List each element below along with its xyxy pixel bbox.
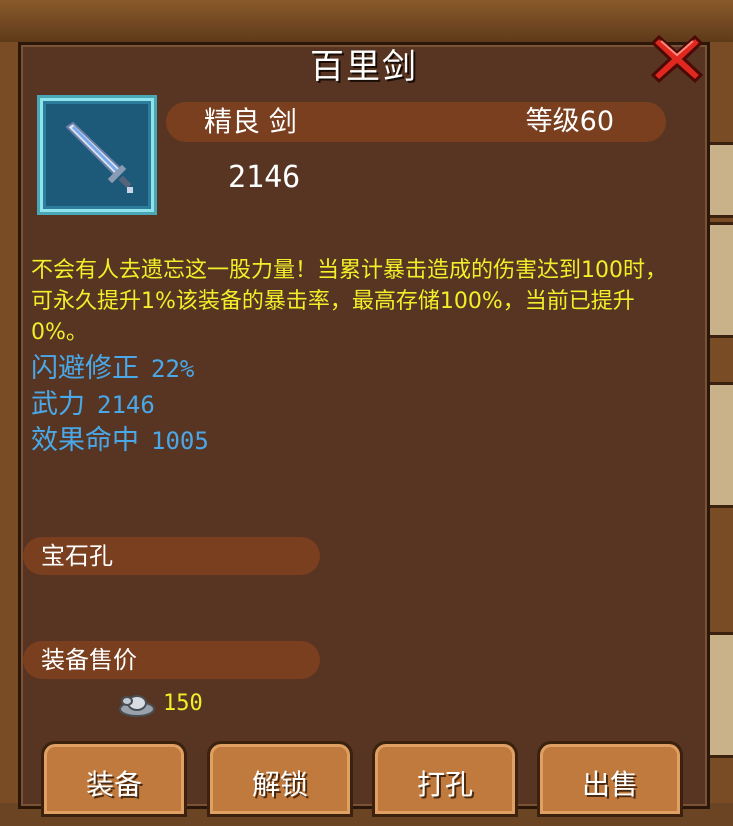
background-left-edge [0,42,20,803]
sell-button[interactable]: 出售 [537,741,683,817]
close-icon [650,34,704,84]
item-detail-dialog: 百里剑 精良 剑 等级60 2146 不会有人去遗忘这一股力量！当累计暴击造成的… [18,34,710,817]
silver-ingot-icon [119,695,155,717]
item-header-bar: 精良 剑 等级60 [166,102,666,142]
stat-force: 武力 2146 [31,387,209,423]
item-icon-frame [40,98,154,212]
sell-price-header: 装备售价 [23,641,320,679]
gem-slots-header: 宝石孔 [23,537,320,575]
stat-name: 武力 [31,389,85,420]
stat-value: 2146 [97,391,155,419]
stat-effect-hit: 效果命中 1005 [31,423,209,459]
sword-icon [65,121,133,193]
item-rarity-type: 精良 剑 [204,105,297,138]
sell-price-label: 装备售价 [41,646,137,674]
item-description: 不会有人去遗忘这一股力量！当累计暴击造成的伤害达到100时，可永久提升1%该装备… [31,258,667,345]
stat-dodge: 闪避修正 22% [31,351,209,387]
background-top-bar [0,0,733,45]
dialog-title: 百里剑 [310,47,418,87]
item-level: 等级60 [525,106,614,137]
stat-value: 22% [151,355,195,383]
stat-value: 1005 [151,427,209,455]
action-bar: 装备 解锁 打孔 出售 [41,741,691,817]
stat-list: 闪避修正 22% 武力 2146 效果命中 1005 [31,351,209,459]
equip-button[interactable]: 装备 [41,741,187,817]
stat-name: 效果命中 [31,425,139,456]
punch-hole-button[interactable]: 打孔 [372,741,518,817]
sell-price-value: 150 [163,691,203,716]
gem-slots-label: 宝石孔 [41,542,113,570]
unlock-button[interactable]: 解锁 [207,741,353,817]
item-power-value: 2146 [228,160,301,195]
close-button[interactable] [650,33,704,85]
stat-name: 闪避修正 [31,353,139,384]
